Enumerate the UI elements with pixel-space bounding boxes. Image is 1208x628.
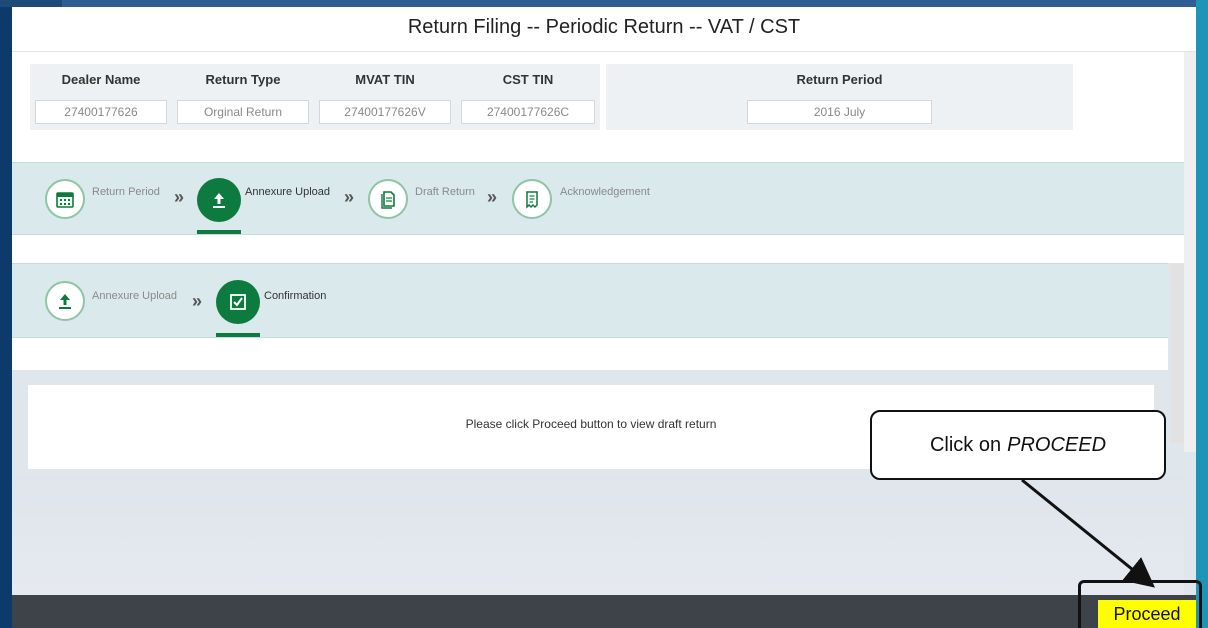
substep-confirmation[interactable] [216,280,260,324]
return-type-value: Orginal Return [177,100,309,124]
mvat-tin-header: MVAT TIN [355,72,415,87]
active-substep-indicator [216,333,260,337]
dealer-name-column: Dealer Name 27400177626 [30,64,172,130]
step-label-return-period: Return Period [92,186,160,198]
dealer-name-value: 27400177626 [35,100,167,124]
scrollbar-thumb[interactable] [1170,263,1184,443]
cst-tin-column: CST TIN 27400177626C [456,64,600,130]
step-separator: » [344,187,355,207]
calendar-icon [56,192,74,208]
return-period-box: Return Period 2016 July [606,64,1073,130]
return-period-header: Return Period [796,72,883,87]
step-return-period[interactable] [45,179,85,219]
document-icon [381,191,395,209]
step-draft-return[interactable] [368,179,408,219]
callout-emphasis: PROCEED [1007,433,1107,456]
title-bar: Return Filing -- Periodic Return -- VAT … [12,7,1196,52]
upload-icon [59,294,71,309]
window-frame-left [0,0,12,628]
page-title: Return Filing -- Periodic Return -- VAT … [407,16,801,38]
step-separator: » [174,187,185,207]
substep-label-annexure-upload: Annexure Upload [92,290,178,302]
substep-label-confirmation: Confirmation [264,290,327,302]
substepper-spacer [12,338,1168,370]
scrollbar-track[interactable] [1184,52,1196,452]
dealer-name-header: Dealer Name [61,72,141,87]
step-label-annexure-upload: Annexure Upload [245,186,331,198]
dealer-info-table: Dealer Name 27400177626 Return Type Orgi… [30,64,600,130]
dealer-info-section: Dealer Name 27400177626 Return Type Orgi… [12,52,1184,162]
return-type-column: Return Type Orginal Return [172,64,314,130]
step-separator: » [487,187,498,207]
stepper-spacer [12,235,1184,263]
checkbox-icon [230,294,246,310]
step-label-draft-return: Draft Return [415,186,475,198]
step-acknowledgement[interactable] [512,179,552,219]
cst-tin-value: 27400177626C [461,100,595,124]
proceed-button[interactable]: Proceed [1098,600,1196,628]
return-period-value: 2016 July [747,100,932,124]
sub-stepper: Annexure Upload » Confirmation [12,263,1168,338]
mvat-tin-column: MVAT TIN 27400177626V [314,64,456,130]
receipt-icon [526,191,538,209]
callout-prefix: Click on [929,433,1002,456]
step-annexure-upload[interactable] [197,178,241,222]
window-frame-top-highlight [62,0,1208,7]
return-type-header: Return Type [205,72,281,87]
upload-icon [213,193,225,208]
step-label-acknowledgement: Acknowledgement [560,186,650,198]
step-separator: » [192,291,203,311]
main-stepper: Return Period » Annexure Upload » Draft … [12,162,1184,235]
substep-annexure-upload[interactable] [45,281,85,321]
mvat-tin-value: 27400177626V [319,100,451,124]
cst-tin-header: CST TIN [502,72,554,87]
active-step-indicator [197,230,241,234]
